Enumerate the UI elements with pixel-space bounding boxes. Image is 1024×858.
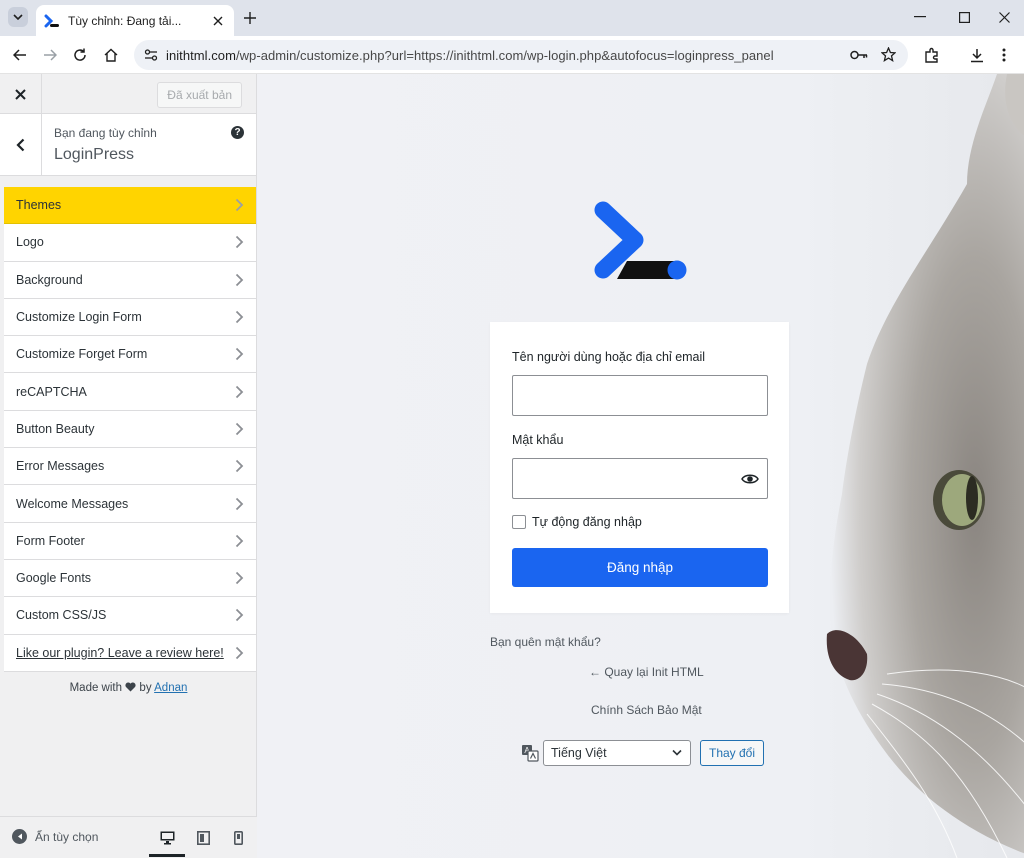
extensions-icon[interactable] [920,43,944,67]
chevron-right-icon [235,422,244,436]
url-text: inithtml.com/wp-admin/customize.php?url=… [166,47,774,63]
eye-icon[interactable] [741,471,759,487]
section-list: Themes Logo Background Customize Login F… [4,187,256,672]
address-bar[interactable]: inithtml.com/wp-admin/customize.php?url=… [134,40,908,70]
mobile-preview-icon[interactable] [220,827,256,857]
chevron-right-icon [235,199,244,212]
customizer-close-button[interactable] [0,74,42,114]
heart-icon [125,682,136,692]
help-icon[interactable]: ? [231,126,244,139]
cat-background-image [826,74,1024,858]
privacy-policy-link[interactable]: Chính Sách Bảo Mật [591,703,702,717]
desktop-preview-icon[interactable] [149,827,185,857]
customizer-sidebar: Đã xuất bản Bạn đang tùy chỉnh LoginPres… [0,74,257,858]
sidebar-header: Đã xuất bản [0,74,256,114]
password-input[interactable] [512,458,768,499]
login-form: Tên người dùng hoặc địa chỉ email Mật kh… [490,322,789,613]
minimize-icon[interactable] [906,6,934,28]
key-icon[interactable] [850,48,868,62]
browser-tab[interactable]: Tùy chỉnh: Đang tải... [36,5,234,36]
chevron-down-icon [672,749,682,756]
tab-title: Tùy chỉnh: Đang tải... [68,13,182,28]
username-label: Tên người dùng hoặc địa chỉ email [512,350,706,364]
chevron-right-icon [235,460,244,473]
loginpress-logo [594,201,687,280]
chevron-right-icon [235,646,244,659]
tab-search-button[interactable] [8,7,28,27]
hide-controls-button[interactable]: Ẩn tùy chọn [12,829,98,844]
close-icon [15,88,26,100]
translation-icon: A [522,745,539,762]
chevron-right-icon [235,385,244,398]
browser-toolbar: inithtml.com/wp-admin/customize.php?url=… [0,36,1024,74]
browser-tabstrip: Tùy chỉnh: Đang tải... [0,0,1024,36]
password-label: Mật khẩu [512,433,564,447]
panel-title: LoginPress [54,146,135,163]
chevron-right-icon [235,236,244,249]
section-item-custom-css-js[interactable]: Custom CSS/JS [4,597,256,635]
chevron-down-icon [13,14,23,20]
login-submit-button[interactable]: Đăng nhập [512,548,768,587]
back-to-site-link[interactable]: ← Quay lại Init HTML [589,665,704,679]
language-switcher: A Tiếng Việt Thay đổi [521,740,765,766]
chevron-right-icon [235,571,244,585]
download-icon[interactable] [965,43,989,67]
menu-dots-icon[interactable] [992,43,1016,67]
change-language-button[interactable]: Thay đổi [700,740,765,766]
loginpress-favicon-icon [44,14,59,27]
section-item-button-beauty[interactable]: Button Beauty [4,410,256,449]
chevron-right-icon [235,534,244,547]
chevron-right-icon [235,609,244,622]
window-close-icon[interactable] [990,6,1018,28]
panel-info: Bạn đang tùy chỉnh LoginPress ? [0,114,256,176]
language-select[interactable]: Tiếng Việt [543,740,691,766]
section-item-logo[interactable]: Logo [4,224,256,262]
remember-label: Tự động đăng nhập [532,515,642,529]
remember-checkbox[interactable] [512,515,526,529]
collapse-icon [12,829,27,844]
section-item-background[interactable]: Background [4,261,256,299]
section-item-customize-forget-form[interactable]: Customize Forget Form [4,336,256,374]
publish-button[interactable]: Đã xuất bản [157,82,242,108]
reload-icon[interactable] [68,43,92,67]
chevron-right-icon [235,310,244,324]
sidebar-footer: Ẩn tùy chọn [0,816,257,858]
chevron-right-icon [235,497,244,510]
panel-back-button[interactable] [0,114,42,176]
username-input[interactable] [512,375,768,416]
section-item-error-messages[interactable]: Error Messages [4,448,256,486]
chevron-right-icon [235,348,244,361]
customizing-label: Bạn đang tùy chỉnh [54,126,157,140]
section-item-review-link[interactable]: Like our plugin? Leave a review here! [4,634,256,672]
home-icon[interactable] [99,43,123,67]
tablet-preview-icon[interactable] [185,827,221,857]
lost-password-link[interactable]: Bạn quên mật khẩu? [490,635,601,649]
new-tab-icon[interactable] [240,8,260,28]
tab-close-icon[interactable] [210,13,226,29]
section-item-welcome-messages[interactable]: Welcome Messages [4,485,256,523]
star-icon[interactable] [881,47,896,62]
login-preview: Tên người dùng hoặc địa chỉ email Mật kh… [257,74,1024,858]
back-arrow-icon[interactable] [8,43,32,67]
site-settings-icon[interactable] [144,48,158,62]
chevron-right-icon [235,273,244,286]
forward-arrow-icon[interactable] [38,43,62,67]
plugin-credit: Made with by Adnan [69,682,188,694]
maximize-icon[interactable] [950,6,978,28]
section-item-themes[interactable]: Themes [4,187,256,225]
section-item-recaptcha[interactable]: reCAPTCHA [4,373,256,411]
section-item-customize-login-form[interactable]: Customize Login Form [4,298,256,337]
chevron-left-icon [16,138,25,152]
author-link[interactable]: Adnan [154,682,187,694]
section-item-form-footer[interactable]: Form Footer [4,522,256,560]
section-item-google-fonts[interactable]: Google Fonts [4,559,256,598]
